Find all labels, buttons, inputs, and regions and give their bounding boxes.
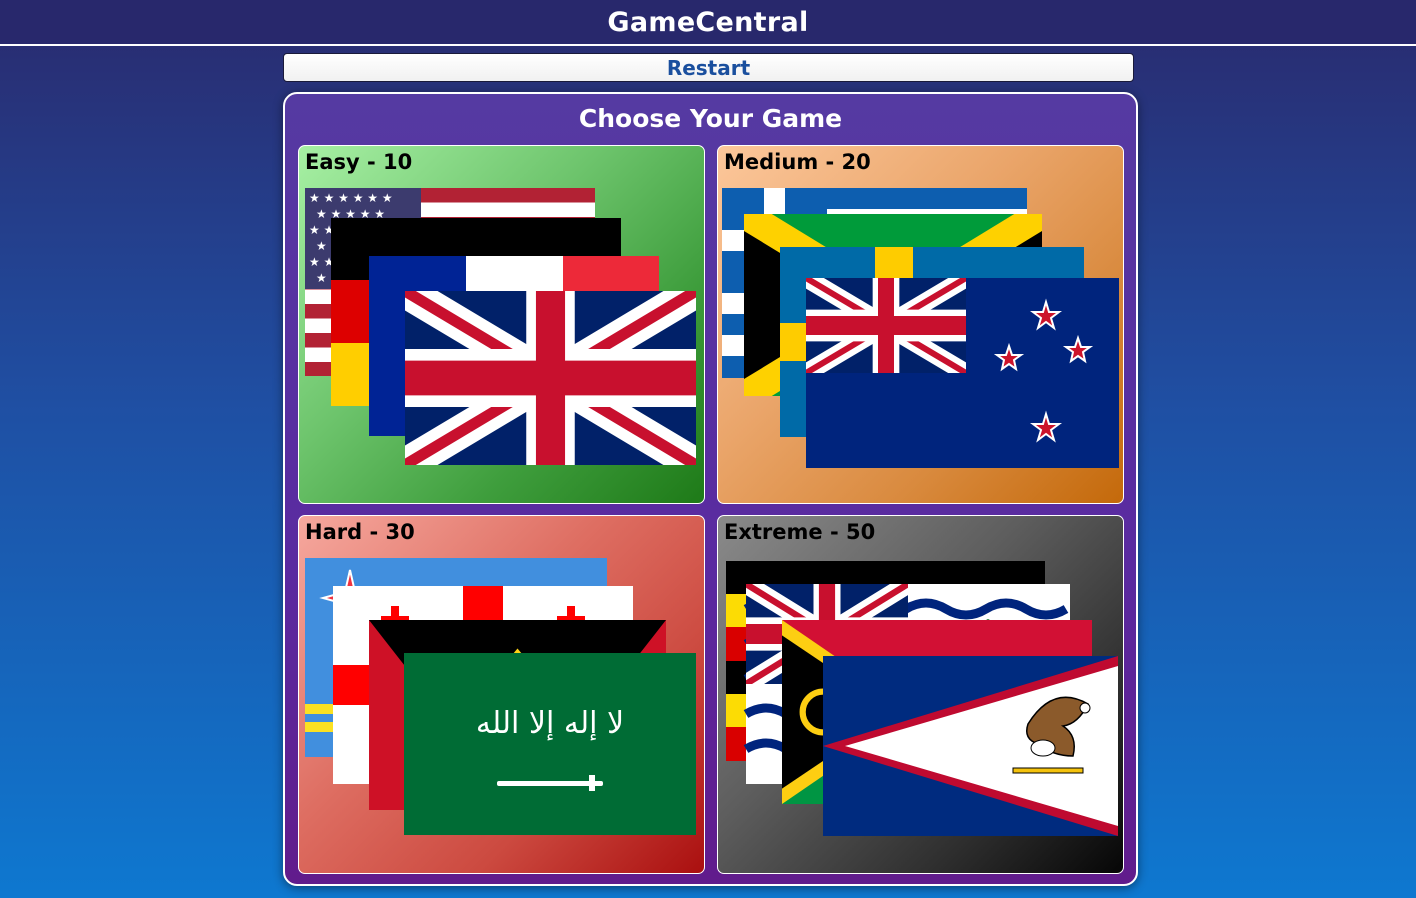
panel-title: Choose Your Game	[578, 104, 843, 133]
svg-text:★ ★ ★ ★ ★ ★: ★ ★ ★ ★ ★ ★	[309, 191, 393, 205]
uk-flag	[405, 291, 696, 465]
new-zealand-flag	[806, 278, 1119, 468]
extreme-flags-illustration	[726, 561, 1118, 836]
medium-flags-illustration	[722, 188, 1119, 468]
medium-mode-card[interactable]: Medium - 20	[717, 145, 1124, 504]
mode-label-extreme: Extreme - 50	[724, 520, 876, 544]
easy-mode-card[interactable]: ★ ★ ★ ★ ★ ★ ★ ★ ★ ★ ★ ★ ★ ★ ★ ★ ★ ★ ★ ★ …	[298, 145, 705, 504]
mode-label-hard: Hard - 30	[305, 520, 415, 544]
american-samoa-flag	[823, 656, 1118, 836]
mode-label-easy: Easy - 10	[305, 150, 413, 174]
app-title: GameCentral	[607, 6, 809, 38]
saudi-arabia-flag: لا إله إلا الله	[404, 653, 696, 835]
easy-flags-illustration: ★ ★ ★ ★ ★ ★ ★ ★ ★ ★ ★ ★ ★ ★ ★ ★ ★ ★ ★ ★ …	[305, 188, 696, 465]
hard-flags-illustration: لا إله إلا الله	[305, 558, 696, 835]
mode-label-medium: Medium - 20	[724, 150, 871, 174]
app-header: GameCentral	[0, 0, 1416, 46]
svg-text:لا إله إلا الله: لا إله إلا الله	[476, 706, 624, 741]
hard-mode-card[interactable]: لا إله إلا الله Hard - 30	[298, 515, 705, 874]
game-menu-panel: Choose Your Game ★ ★ ★ ★ ★ ★ ★ ★ ★ ★ ★ ★…	[283, 92, 1138, 886]
restart-button[interactable]: Restart	[283, 53, 1134, 82]
extreme-mode-card[interactable]: Extreme - 50	[717, 515, 1124, 874]
